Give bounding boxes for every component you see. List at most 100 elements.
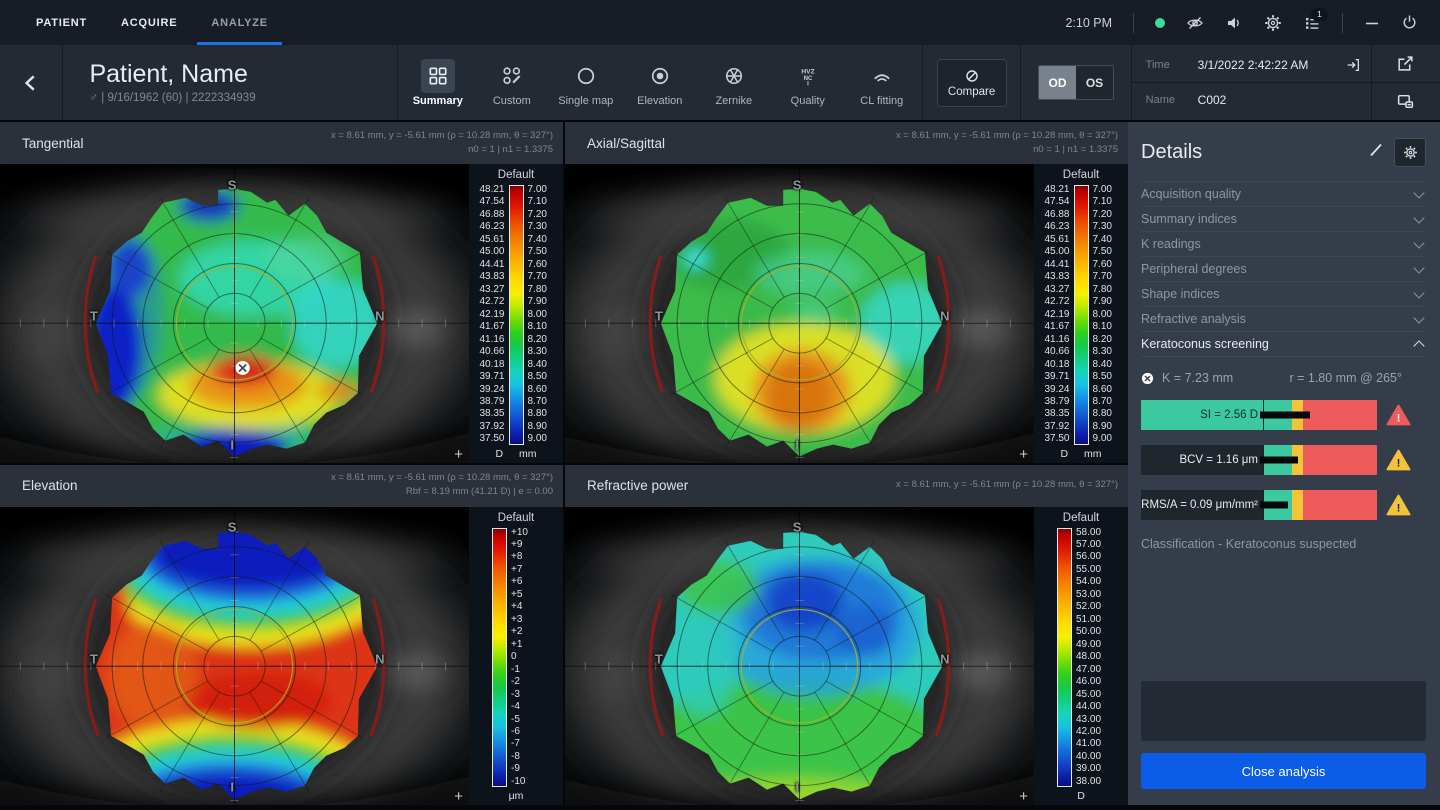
- bcv-value: BCV = 1.16 μm: [1141, 445, 1263, 475]
- color-scale-bar: [492, 527, 507, 787]
- clock: 2:10 PM: [1065, 15, 1112, 30]
- refractive-map[interactable]: S I T N +: [565, 506, 1034, 805]
- scale-tick-label: 52.00: [1076, 601, 1102, 613]
- panel-axial: Axial/Sagittal x = 8.61 mm, y = -5.61 mm…: [565, 122, 1128, 463]
- tangential-map-image: [0, 164, 469, 463]
- tab-acquire[interactable]: ACQUIRE: [121, 0, 177, 45]
- compass-nasal: N: [375, 308, 385, 324]
- si-marker: [1260, 411, 1310, 419]
- scale-tick-label: 41.16: [1044, 333, 1070, 345]
- share-export-icon[interactable]: [1372, 45, 1440, 82]
- section-refractive-analysis[interactable]: Refractive analysis: [1141, 307, 1426, 332]
- tangential-map[interactable]: S I T N +: [0, 164, 469, 463]
- scale-tick-label: -3: [511, 688, 520, 700]
- scale-tick-label: 7.00: [527, 184, 547, 195]
- expand-map-icon[interactable]: +: [454, 447, 463, 462]
- scale-tick-label: 48.00: [1076, 651, 1102, 663]
- scale-tick-label: 8.70: [527, 395, 547, 407]
- scale-tick-label: 48.21: [1044, 184, 1070, 195]
- cursor-readout: x = 8.61 mm, y = -5.61 mm (ρ = 10.28 mm,…: [331, 472, 553, 497]
- scale-tick-label: 47.54: [1044, 196, 1070, 208]
- notes-box[interactable]: [1141, 681, 1426, 741]
- od-toggle[interactable]: OD: [1039, 66, 1077, 99]
- section-summary-indices[interactable]: Summary indices: [1141, 207, 1426, 232]
- elevation-map[interactable]: S I T N +: [0, 506, 469, 805]
- quality-letters-icon: HVZ NC I: [791, 59, 825, 93]
- divider: [1342, 12, 1343, 33]
- scale-tick-label: 42.72: [479, 296, 505, 308]
- scale-tick-label: 8.70: [1092, 395, 1112, 407]
- scale-tick-label: -6: [511, 726, 520, 737]
- tool-elevation[interactable]: Elevation: [630, 59, 690, 107]
- rmsa-value: RMS/A = 0.09 μm/mm²: [1141, 490, 1263, 520]
- scale-tick-label: 9.00: [527, 433, 547, 445]
- scale-tick-label: 8.80: [527, 408, 547, 420]
- panel-refractive: Refractive power x = 8.61 mm, y = -5.61 …: [565, 464, 1128, 805]
- scale-tick-label: 42.19: [479, 308, 505, 320]
- notification-badge: 1: [1311, 7, 1328, 21]
- svg-text:!: !: [1397, 412, 1401, 424]
- compare-button[interactable]: Compare: [936, 58, 1007, 107]
- chevron-down-icon: [1413, 186, 1425, 199]
- svg-text:HVZ: HVZ: [801, 68, 814, 75]
- scale-tick-label: 38.79: [479, 395, 505, 407]
- scale-tick-label: -10: [511, 775, 526, 787]
- expand-map-icon[interactable]: +: [1019, 447, 1028, 462]
- export-exam-icon[interactable]: [1345, 57, 1361, 73]
- scale-tick-label: 7.20: [1092, 208, 1112, 220]
- cursor-readout: x = 8.61 mm, y = -5.61 mm (ρ = 10.28 mm,…: [896, 478, 1118, 490]
- refractive-map-image: [565, 506, 1034, 805]
- axial-map[interactable]: S I T N +: [565, 164, 1034, 463]
- edit-pencil-icon[interactable]: [1358, 138, 1394, 167]
- settings-gear-icon[interactable]: [1264, 14, 1282, 32]
- scale-tick-label: 38.79: [1044, 395, 1070, 407]
- section-k-readings[interactable]: K readings: [1141, 232, 1426, 257]
- app-root: PATIENT ACQUIRE ANALYZE 2:10 PM 1 Patien…: [0, 0, 1440, 810]
- print-screen-icon[interactable]: [1371, 82, 1440, 120]
- details-accordion: Acquisition quality Summary indices K re…: [1141, 181, 1426, 357]
- compass-temporal: T: [89, 308, 98, 324]
- scale-tick-label: 9.00: [1092, 433, 1112, 445]
- sound-icon[interactable]: [1225, 14, 1243, 32]
- exam-fields: Time 3/1/2022 2:42:22 AM Name C002: [1131, 45, 1372, 120]
- summary-grid-icon: [420, 58, 455, 93]
- top-bar: PATIENT ACQUIRE ANALYZE 2:10 PM 1: [0, 0, 1440, 45]
- tool-cl-fitting[interactable]: CL fitting: [852, 59, 912, 107]
- patient-name: Patient, Name: [89, 60, 248, 89]
- section-acquisition-quality[interactable]: Acquisition quality: [1141, 182, 1426, 207]
- section-peripheral-degrees[interactable]: Peripheral degrees: [1141, 257, 1426, 282]
- eye-toggle-cell: OD OS: [1021, 45, 1132, 120]
- power-icon[interactable]: [1401, 14, 1418, 31]
- task-list-icon[interactable]: 1: [1303, 7, 1328, 32]
- tab-patient[interactable]: PATIENT: [36, 0, 87, 45]
- os-toggle[interactable]: OS: [1076, 66, 1114, 99]
- back-button[interactable]: [0, 45, 64, 120]
- tool-zernike[interactable]: Zernike: [704, 59, 764, 107]
- tool-quality[interactable]: HVZ NC I Quality: [778, 59, 838, 107]
- tool-summary[interactable]: Summary: [408, 58, 468, 107]
- tool-single-map[interactable]: Single map: [556, 59, 616, 107]
- expand-map-icon[interactable]: +: [1019, 789, 1028, 804]
- scale-tick-label: 43.27: [1044, 283, 1070, 295]
- gauge-bcv: BCV = 1.16 μm !: [1141, 445, 1426, 475]
- patient-info: ♂ | 9/16/1962 (60) | 2222334939: [89, 91, 256, 104]
- section-shape-indices[interactable]: Shape indices: [1141, 282, 1426, 307]
- panel-elevation: Elevation x = 8.61 mm, y = -5.61 mm (ρ =…: [0, 464, 563, 805]
- cursor-readout: x = 8.61 mm, y = -5.61 mm (ρ = 10.28 mm,…: [331, 129, 553, 155]
- scale-tick-label: 44.41: [479, 258, 505, 270]
- scale-tick-label: 38.00: [1076, 775, 1102, 787]
- close-analysis-button[interactable]: Close analysis: [1141, 753, 1426, 789]
- scale-tick-label: +8: [511, 551, 523, 563]
- minimize-icon[interactable]: [1364, 15, 1380, 31]
- scale-tick-label: 41.67: [1044, 321, 1070, 333]
- details-settings-icon[interactable]: [1394, 138, 1426, 167]
- expand-map-icon[interactable]: +: [454, 789, 463, 804]
- tool-custom[interactable]: Custom: [482, 59, 542, 107]
- eye-hidden-icon[interactable]: [1186, 14, 1204, 32]
- scale-tick-label: 7.00: [1092, 184, 1112, 195]
- tab-analyze[interactable]: ANALYZE: [197, 0, 282, 45]
- section-keratoconus-screening[interactable]: Keratoconus screening: [1141, 332, 1426, 357]
- scale-tick-label: -7: [511, 738, 520, 750]
- warning-yellow-icon: !: [1386, 449, 1411, 471]
- scale-tick-label: 7.50: [527, 246, 547, 258]
